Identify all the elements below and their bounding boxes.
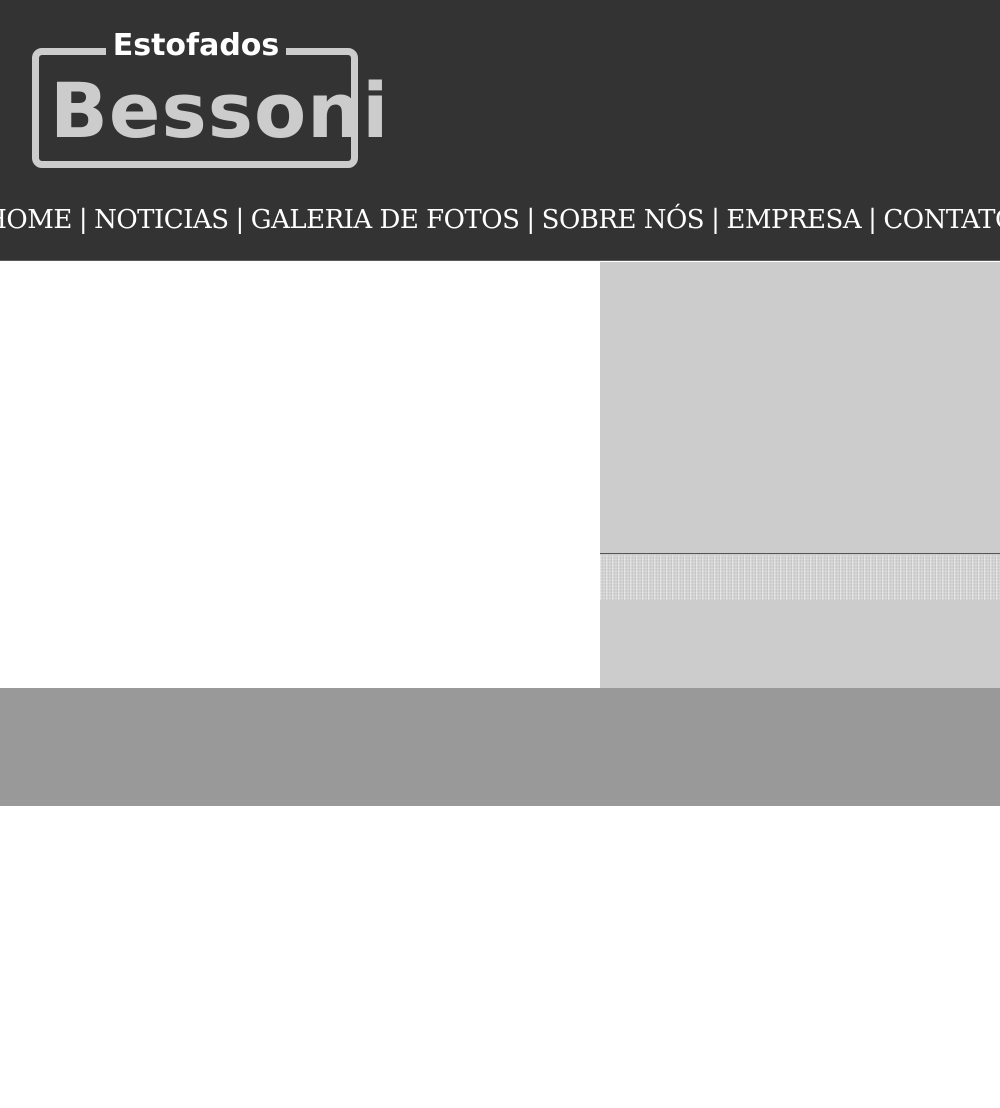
sidebar <box>600 262 1000 688</box>
nav-item-home[interactable]: HOME <box>0 205 72 235</box>
nav-separator: | <box>526 205 535 235</box>
sidebar-top-panel <box>600 262 1000 554</box>
nav-item-contato[interactable]: CONTATO <box>883 205 1000 235</box>
sidebar-bottom-panel <box>600 600 1000 688</box>
site-footer <box>0 688 1000 806</box>
logo-top-text: Estofados <box>112 28 280 63</box>
main-content <box>0 262 600 688</box>
nav-separator: | <box>868 205 877 235</box>
nav-item-galeria-de-fotos[interactable]: GALERIA DE FOTOS <box>251 205 520 235</box>
nav-item-sobre-nos[interactable]: SOBRE NÓS <box>542 205 705 235</box>
nav-separator: | <box>235 205 245 235</box>
nav-item-noticias[interactable]: NOTICIAS <box>94 205 229 235</box>
nav-item-empresa[interactable]: EMPRESA <box>726 205 861 235</box>
logo-main-text: Bessoni <box>50 66 390 155</box>
site-header: Estofados Bessoni HOME | NOTICIAS | GALE… <box>0 0 1000 261</box>
nav-separator: | <box>711 205 720 235</box>
site-logo[interactable]: Estofados Bessoni <box>30 28 390 170</box>
main-nav: HOME | NOTICIAS | GALERIA DE FOTOS | SOB… <box>0 195 1000 245</box>
nav-separator: | <box>78 205 88 235</box>
sidebar-texture-band <box>600 555 1000 600</box>
